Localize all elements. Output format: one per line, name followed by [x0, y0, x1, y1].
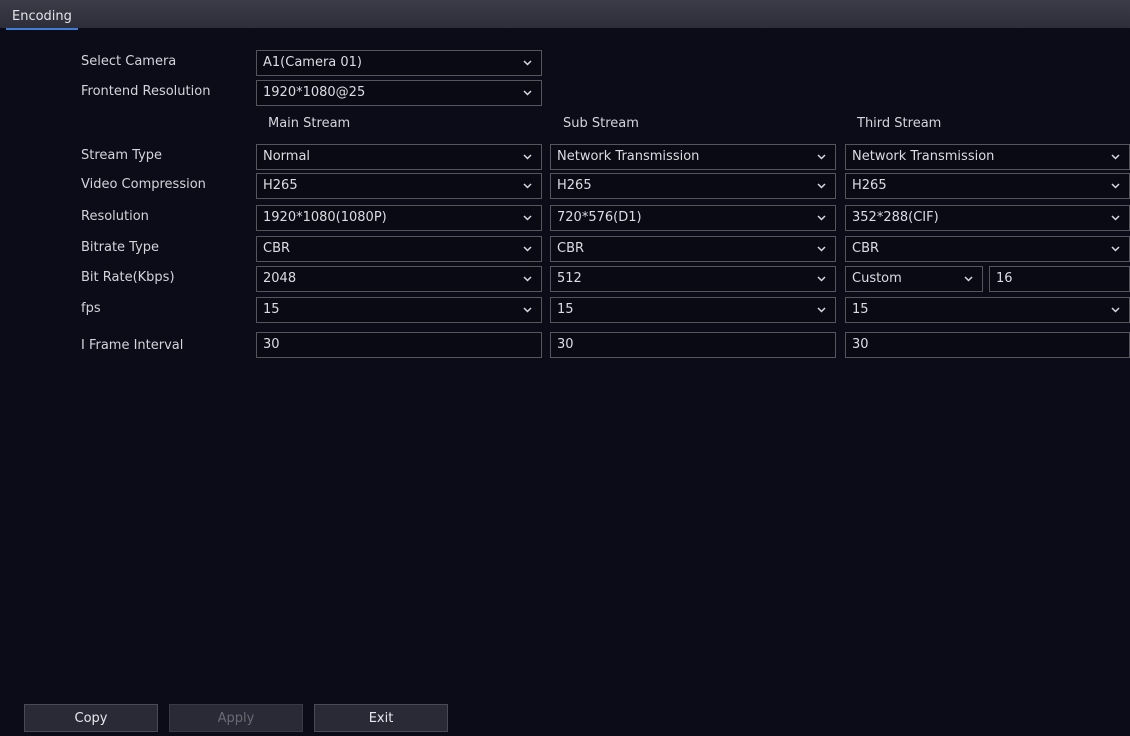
chevron-down-icon — [816, 267, 828, 291]
dropdown-value: H265 — [263, 178, 298, 193]
chevron-down-icon — [1110, 145, 1122, 169]
stream-type-label: Stream Type — [81, 148, 163, 163]
third-bit-rate-custom-input[interactable]: 16 — [989, 266, 1130, 292]
input-value: 16 — [996, 271, 1013, 286]
dropdown-value: 512 — [557, 271, 582, 286]
dropdown-value: Network Transmission — [557, 149, 700, 164]
main-bit-rate-dropdown[interactable]: 2048 — [256, 266, 542, 292]
chevron-down-icon — [963, 267, 975, 291]
main-video-compression-dropdown[interactable]: H265 — [256, 173, 542, 199]
chevron-down-icon — [522, 206, 534, 230]
chevron-down-icon — [1110, 237, 1122, 261]
sub-stream-header: Sub Stream — [563, 116, 639, 131]
third-stream-type-dropdown[interactable]: Network Transmission — [845, 144, 1130, 170]
chevron-down-icon — [816, 206, 828, 230]
sub-stream-type-dropdown[interactable]: Network Transmission — [550, 144, 836, 170]
main-fps-dropdown[interactable]: 15 — [256, 297, 542, 323]
chevron-down-icon — [816, 174, 828, 198]
dropdown-value: 15 — [557, 302, 574, 317]
chevron-down-icon — [522, 51, 534, 75]
chevron-down-icon — [1110, 174, 1122, 198]
chevron-down-icon — [816, 298, 828, 322]
chevron-down-icon — [522, 174, 534, 198]
chevron-down-icon — [522, 267, 534, 291]
dropdown-value: Network Transmission — [852, 149, 995, 164]
sub-i-frame-interval-input[interactable]: 30 — [550, 332, 836, 358]
frontend-resolution-value: 1920*1080@25 — [263, 85, 366, 100]
chevron-down-icon — [522, 298, 534, 322]
main-bitrate-type-dropdown[interactable]: CBR — [256, 236, 542, 262]
chevron-down-icon — [1110, 298, 1122, 322]
chevron-down-icon — [522, 237, 534, 261]
chevron-down-icon — [1110, 206, 1122, 230]
tab-encoding[interactable]: Encoding — [6, 6, 78, 30]
input-value: 30 — [557, 337, 574, 352]
dropdown-value: 720*576(D1) — [557, 210, 642, 225]
main-stream-type-dropdown[interactable]: Normal — [256, 144, 542, 170]
i-frame-interval-label: I Frame Interval — [81, 338, 184, 353]
input-value: 30 — [263, 337, 280, 352]
dropdown-value: CBR — [263, 241, 291, 256]
third-stream-header: Third Stream — [857, 116, 942, 131]
third-fps-dropdown[interactable]: 15 — [845, 297, 1130, 323]
dropdown-value: 15 — [852, 302, 869, 317]
chevron-down-icon — [816, 145, 828, 169]
sub-resolution-dropdown[interactable]: 720*576(D1) — [550, 205, 836, 231]
dropdown-value: H265 — [557, 178, 592, 193]
third-i-frame-interval-input[interactable]: 30 — [845, 332, 1130, 358]
sub-bitrate-type-dropdown[interactable]: CBR — [550, 236, 836, 262]
sub-fps-dropdown[interactable]: 15 — [550, 297, 836, 323]
sub-bit-rate-dropdown[interactable]: 512 — [550, 266, 836, 292]
fps-label: fps — [81, 301, 101, 316]
chevron-down-icon — [816, 237, 828, 261]
main-i-frame-interval-input[interactable]: 30 — [256, 332, 542, 358]
main-stream-header: Main Stream — [268, 116, 351, 131]
dropdown-value: Custom — [852, 271, 902, 286]
third-bitrate-type-dropdown[interactable]: CBR — [845, 236, 1130, 262]
tab-bar: Encoding — [0, 0, 1130, 30]
copy-button[interactable]: Copy — [24, 704, 158, 732]
dropdown-value: CBR — [557, 241, 585, 256]
dropdown-value: H265 — [852, 178, 887, 193]
dropdown-value: Normal — [263, 149, 311, 164]
main-resolution-dropdown[interactable]: 1920*1080(1080P) — [256, 205, 542, 231]
dropdown-value: CBR — [852, 241, 880, 256]
third-resolution-dropdown[interactable]: 352*288(CIF) — [845, 205, 1130, 231]
bitrate-type-label: Bitrate Type — [81, 240, 160, 255]
apply-button[interactable]: Apply — [169, 704, 303, 732]
select-camera-value: A1(Camera 01) — [263, 55, 362, 70]
dropdown-value: 15 — [263, 302, 280, 317]
resolution-label: Resolution — [81, 209, 149, 224]
video-compression-label: Video Compression — [81, 177, 206, 192]
bit-rate-label: Bit Rate(Kbps) — [81, 270, 175, 285]
third-bit-rate-dropdown[interactable]: Custom — [845, 266, 983, 292]
chevron-down-icon — [522, 145, 534, 169]
third-video-compression-dropdown[interactable]: H265 — [845, 173, 1130, 199]
sub-video-compression-dropdown[interactable]: H265 — [550, 173, 836, 199]
dropdown-value: 1920*1080(1080P) — [263, 210, 387, 225]
frontend-resolution-dropdown[interactable]: 1920*1080@25 — [256, 80, 542, 106]
select-camera-dropdown[interactable]: A1(Camera 01) — [256, 50, 542, 76]
frontend-resolution-label: Frontend Resolution — [81, 84, 211, 99]
chevron-down-icon — [522, 81, 534, 105]
input-value: 30 — [852, 337, 869, 352]
dropdown-value: 352*288(CIF) — [852, 210, 939, 225]
dropdown-value: 2048 — [263, 271, 297, 286]
exit-button[interactable]: Exit — [314, 704, 448, 732]
select-camera-label: Select Camera — [81, 54, 177, 69]
